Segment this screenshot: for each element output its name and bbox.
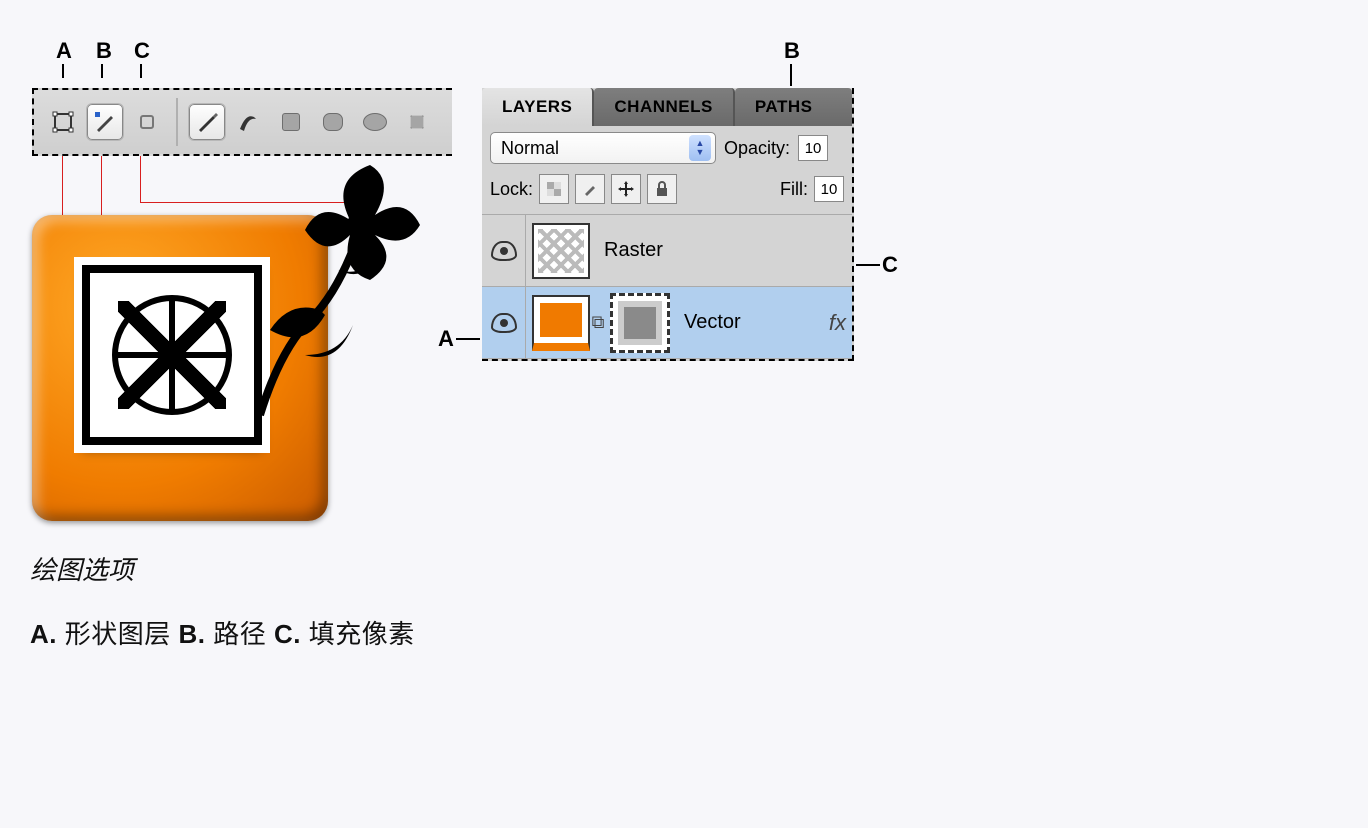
blend-mode-stepper-icon: ▲▼ <box>689 135 711 161</box>
lock-position-button[interactable] <box>611 174 641 204</box>
tab-channels[interactable]: CHANNELS <box>594 88 734 126</box>
legend-key-a: A. <box>30 619 57 649</box>
shape-layers-icon <box>52 111 74 133</box>
layer-row-raster[interactable]: Raster <box>482 215 852 287</box>
options-toolbar <box>32 88 452 156</box>
visibility-eye-icon[interactable] <box>491 313 517 333</box>
fill-pixels-mode-button[interactable] <box>128 103 166 141</box>
freeform-pen-button[interactable] <box>230 103 268 141</box>
legend-text-a: 形状图层 <box>65 619 171 649</box>
rounded-rect-shape-button[interactable] <box>314 103 352 141</box>
vector-mask-thumbnail <box>610 293 670 353</box>
fill-pixels-icon <box>140 115 154 129</box>
brush-icon <box>582 181 598 197</box>
freeform-pen-icon <box>236 109 262 135</box>
caption-legend: A. 形状图层 B. 路径 C. 填充像素 <box>30 614 415 651</box>
link-icon: ⧉ <box>590 312 606 333</box>
lock-label: Lock: <box>490 179 533 200</box>
callout-tick <box>62 64 64 78</box>
opacity-field[interactable]: 10 <box>798 135 828 161</box>
ellipse-shape-button[interactable] <box>356 103 394 141</box>
orange-square <box>32 215 328 521</box>
lock-pixels-button[interactable] <box>575 174 605 204</box>
polygon-icon <box>404 109 429 134</box>
callout-tick <box>790 64 792 86</box>
tab-paths[interactable]: PATHS <box>735 88 852 126</box>
ellipse-icon <box>363 113 387 131</box>
ornament-panel <box>82 265 262 445</box>
leader-line-c-v <box>140 156 141 202</box>
layer-thumbnail <box>532 223 590 279</box>
callout-b-toolbar: B <box>96 38 112 64</box>
move-icon <box>617 180 635 198</box>
callout-c-panel: C <box>882 252 898 278</box>
lock-transparent-icon <box>546 181 562 197</box>
blend-mode-select[interactable]: Normal ▲▼ <box>490 132 716 164</box>
fill-field[interactable]: 10 <box>814 176 844 202</box>
callout-tick <box>101 64 103 78</box>
lock-icon <box>655 181 669 197</box>
legend-text-b: 路径 <box>213 619 266 649</box>
rectangle-icon <box>282 113 300 131</box>
ornament-icon <box>112 295 232 415</box>
callout-c-toolbar: C <box>134 38 150 64</box>
callout-line <box>856 264 880 266</box>
lock-all-button[interactable] <box>647 174 677 204</box>
pen-icon <box>194 109 220 135</box>
leader-line-c-h <box>140 202 360 203</box>
polygon-shape-button[interactable] <box>398 103 436 141</box>
layers-panel: LAYERS CHANNELS PATHS Normal ▲▼ Opacity:… <box>482 88 854 361</box>
layer-thumbnail <box>532 295 590 351</box>
rect-shape-button[interactable] <box>272 103 310 141</box>
callout-b-panel: B <box>784 38 800 64</box>
visibility-eye-icon[interactable] <box>491 241 517 261</box>
legend-key-b: B. <box>178 619 205 649</box>
opacity-label: Opacity: <box>724 138 790 159</box>
callout-line <box>456 338 480 340</box>
blend-mode-value: Normal <box>501 138 559 159</box>
lock-transparent-button[interactable] <box>539 174 569 204</box>
panel-tabs: LAYERS CHANNELS PATHS <box>482 88 852 126</box>
toolbar-separator <box>176 98 178 146</box>
tab-layers[interactable]: LAYERS <box>482 88 594 126</box>
layer-row-vector[interactable]: ⧉ Vector fx <box>482 287 852 359</box>
layer-name: Raster <box>604 239 663 262</box>
canvas-artwork <box>32 215 328 521</box>
legend-text-c: 填充像素 <box>309 619 415 649</box>
callout-a-panel: A <box>438 326 454 352</box>
pen-path-icon <box>93 110 117 134</box>
caption-title: 绘图选项 <box>30 550 134 587</box>
callout-tick <box>140 64 142 78</box>
fill-label: Fill: <box>780 179 808 200</box>
rounded-rect-icon <box>323 113 343 131</box>
paths-mode-button[interactable] <box>86 103 124 141</box>
shape-layers-mode-button[interactable] <box>44 103 82 141</box>
callout-a-toolbar: A <box>56 38 72 64</box>
legend-key-c: C. <box>274 619 301 649</box>
pen-tool-button[interactable] <box>188 103 226 141</box>
layer-name: Vector <box>684 311 741 334</box>
fx-badge[interactable]: fx <box>829 310 846 336</box>
